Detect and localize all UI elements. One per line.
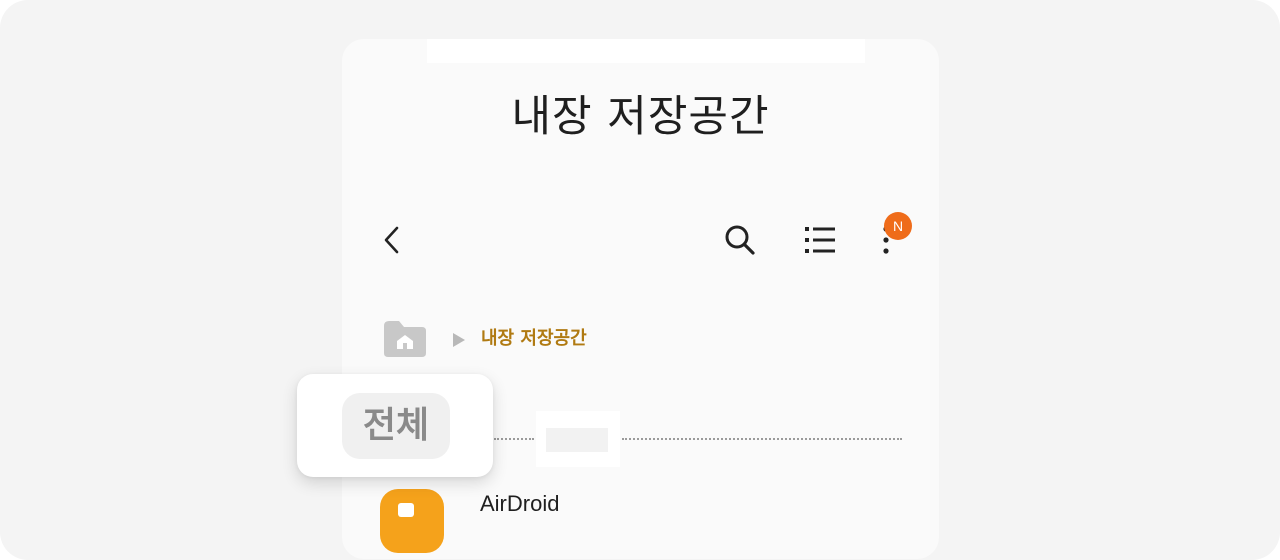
- breadcrumb-current[interactable]: 내장 저장공간: [481, 326, 587, 352]
- list-view-button[interactable]: [802, 222, 838, 258]
- filter-highlight: [536, 411, 620, 467]
- folder-glyph: [398, 503, 414, 517]
- list-view-icon: [805, 227, 835, 253]
- filter-placeholder: [546, 428, 608, 452]
- phone-screen: 내장 저장공간 N 내장 저장공간 AirDroid: [342, 39, 939, 559]
- page-title: 내장 저장공간: [511, 92, 770, 142]
- divider: [622, 438, 902, 440]
- search-button[interactable]: [722, 222, 758, 258]
- home-folder-icon[interactable]: [382, 320, 428, 358]
- chevron-left-icon: [384, 226, 399, 254]
- status-bar: [427, 39, 865, 63]
- list-item-name[interactable]: AirDroid: [480, 491, 559, 517]
- back-button[interactable]: [378, 223, 410, 257]
- divider: [494, 438, 534, 440]
- play-arrow-icon: [452, 332, 466, 348]
- filter-chip-callout: 전체: [297, 374, 493, 477]
- notification-badge: N: [884, 212, 912, 240]
- filter-all-chip[interactable]: 전체: [342, 393, 450, 459]
- search-icon: [725, 225, 755, 255]
- folder-icon[interactable]: [380, 489, 444, 553]
